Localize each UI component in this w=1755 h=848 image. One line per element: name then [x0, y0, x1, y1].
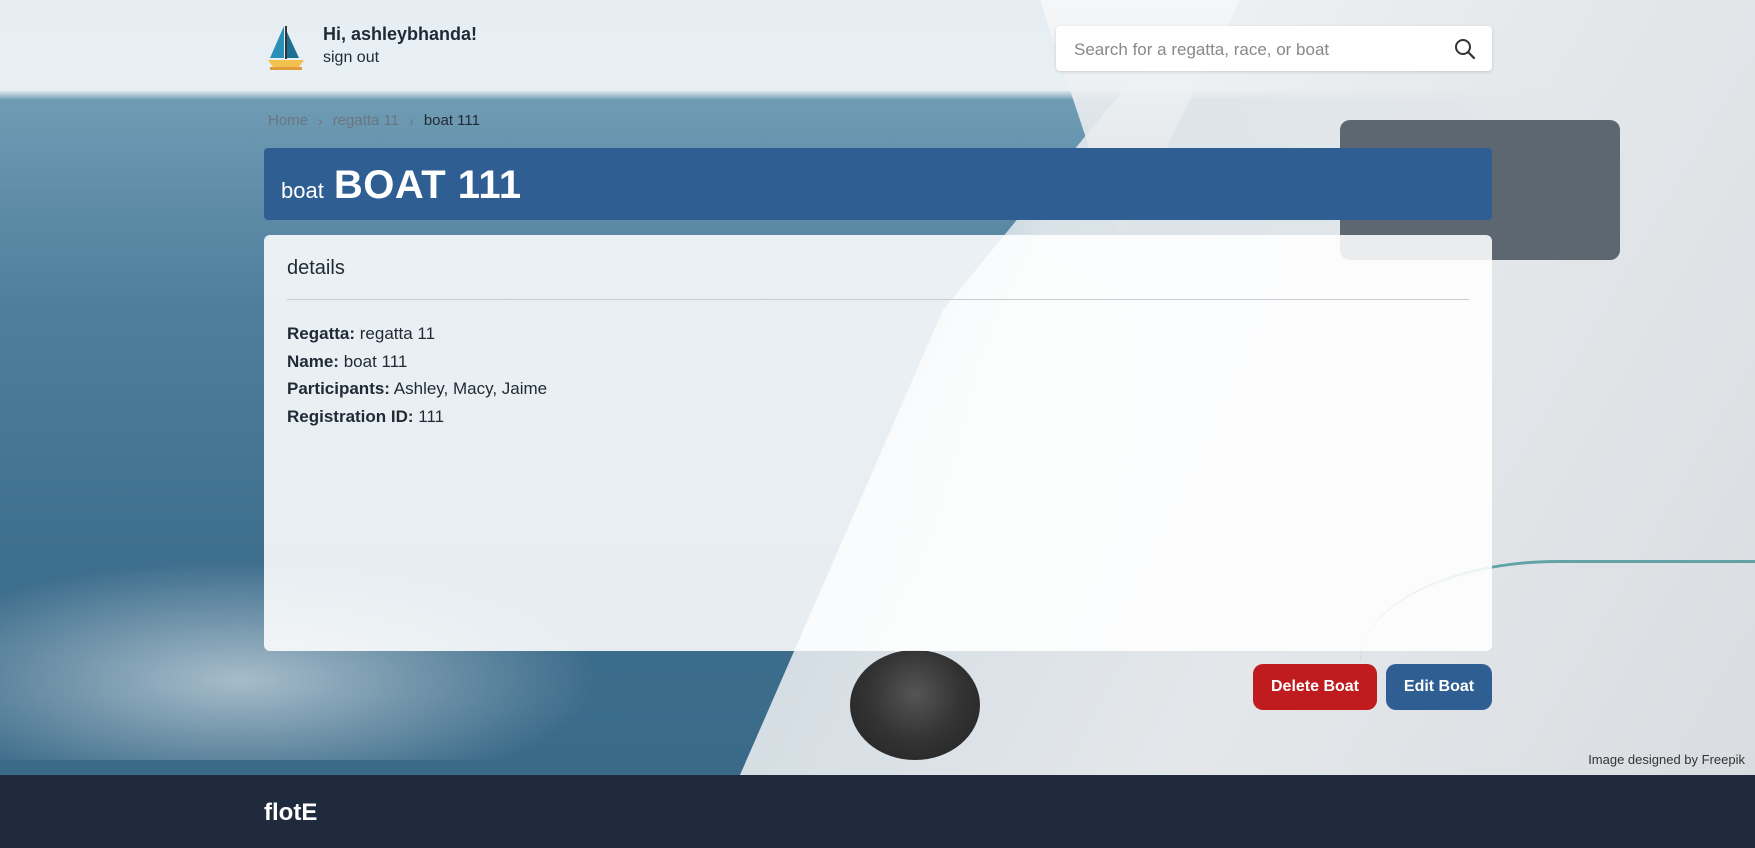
- user-greeting: Hi, ashleybhanda! sign out: [323, 24, 477, 67]
- detail-value: boat 111: [343, 351, 408, 371]
- chevron-right-icon: ›: [318, 112, 323, 129]
- search-bar: [1056, 26, 1492, 73]
- greeting-text: Hi, ashleybhanda!: [323, 24, 478, 44]
- image-credit: Image designed by Freepik: [1588, 752, 1745, 767]
- details-list: Regatta: regatta 11 Name: boat 111 Parti…: [287, 320, 1469, 430]
- detail-row-participants: Participants: Ashley, Macy, Jaime: [287, 375, 1469, 403]
- detail-label: Name:: [287, 351, 339, 371]
- sign-out-link[interactable]: sign out: [323, 49, 477, 67]
- breadcrumb: Home › regatta 11 › boat 111: [268, 112, 480, 129]
- details-heading: details: [287, 257, 1469, 300]
- sailboat-icon[interactable]: [266, 24, 306, 72]
- delete-boat-button[interactable]: Delete Boat: [1253, 664, 1377, 710]
- page-title: BOAT 111: [333, 163, 522, 207]
- page-title-kind: boat: [281, 178, 324, 203]
- detail-label: Participants:: [287, 379, 390, 398]
- detail-label: Registration ID:: [287, 406, 414, 426]
- chevron-right-icon: ›: [409, 112, 414, 129]
- search-icon[interactable]: [1454, 38, 1476, 60]
- detail-value: regatta 11: [359, 324, 436, 343]
- footer: flotE: [0, 775, 1755, 848]
- breadcrumb-home[interactable]: Home: [268, 112, 308, 129]
- search-input[interactable]: [1072, 26, 1446, 73]
- footer-brand[interactable]: flotE: [264, 799, 317, 827]
- detail-row-name: Name: boat 111: [287, 348, 1469, 376]
- detail-label: Regatta:: [287, 324, 356, 343]
- detail-row-registration-id: Registration ID: 111: [287, 403, 1469, 431]
- detail-row-regatta: Regatta: regatta 11: [287, 320, 1469, 348]
- breadcrumb-current: boat 111: [423, 112, 480, 129]
- winch: [850, 650, 980, 760]
- page-title-bar: boat BOAT 111: [264, 148, 1492, 220]
- details-card: details Regatta: regatta 11 Name: boat 1…: [264, 235, 1492, 651]
- breadcrumb-regatta[interactable]: regatta 11: [333, 112, 399, 129]
- edit-boat-button[interactable]: Edit Boat: [1386, 664, 1492, 710]
- detail-value: Ashley, Macy, Jaime: [393, 379, 548, 398]
- detail-value: 111: [418, 406, 445, 426]
